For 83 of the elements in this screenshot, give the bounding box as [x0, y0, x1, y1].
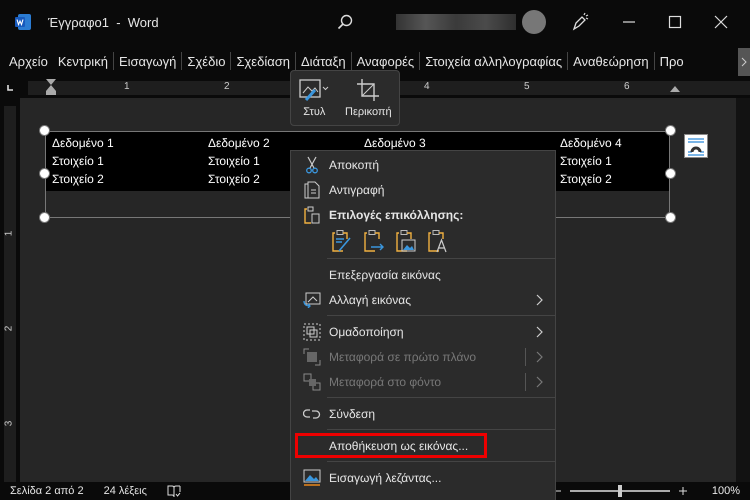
- menu-heading: Επιλογές επικόλλησης:: [295, 202, 551, 227]
- chevron-right-icon: [741, 57, 747, 67]
- table-cell: Δεδομένο 1: [52, 136, 114, 150]
- avatar-circle[interactable]: [522, 10, 546, 34]
- ruler-number: 1: [3, 230, 14, 236]
- word-logo-icon: [14, 13, 32, 31]
- resize-handle[interactable]: [665, 212, 676, 223]
- ruler-number: 2: [3, 326, 14, 332]
- chevron-right-icon: [536, 294, 543, 306]
- picture-style-icon: [298, 78, 330, 102]
- table-cell: Στοιχείο 2: [52, 172, 104, 186]
- right-indent-marker-icon[interactable]: [669, 84, 681, 92]
- scissors-icon: [305, 156, 319, 174]
- table-cell: Στοιχείο 1: [52, 154, 104, 168]
- slider-thumb[interactable]: [618, 485, 622, 497]
- book-icon[interactable]: [166, 484, 181, 498]
- menu-item[interactable]: Αντιγραφή: [295, 177, 551, 202]
- ruler-number: 2: [224, 81, 230, 92]
- ribbon-tab[interactable]: Στοιχεία αλληλογραφίας: [420, 50, 568, 72]
- ribbon-tab[interactable]: Διάταξη: [296, 50, 351, 72]
- table-cell: Στοιχείο 1: [208, 154, 260, 168]
- crop-icon: [356, 78, 380, 102]
- paste-option-icon[interactable]: [395, 229, 417, 253]
- pen-icon[interactable]: [570, 12, 590, 32]
- ribbon-tab[interactable]: Αναθεώρηση: [568, 50, 654, 72]
- resize-handle[interactable]: [665, 168, 676, 179]
- page-count[interactable]: Σελίδα 2 από 2: [10, 485, 84, 497]
- table-cell: Στοιχείο 2: [560, 172, 612, 186]
- menu-item[interactable]: Εισαγωγή λεζάντας...: [295, 465, 551, 490]
- ribbon-tab[interactable]: Αρχείο: [4, 50, 53, 72]
- zoom-in-icon[interactable]: [678, 486, 688, 496]
- word-count[interactable]: 24 λέξεις: [104, 485, 147, 497]
- bring-forward-icon: [303, 348, 321, 366]
- zoom-level[interactable]: 100%: [712, 485, 740, 497]
- ruler-number: 1: [124, 81, 130, 92]
- chevron-right-icon: [536, 326, 543, 338]
- resize-handle[interactable]: [39, 125, 50, 136]
- clipboard-icon: [304, 206, 320, 224]
- crop-button[interactable]: Περικοπή: [343, 76, 394, 120]
- menu-item[interactable]: Αλλαγή εικόνας: [295, 287, 551, 312]
- paste-option-icon[interactable]: [331, 229, 353, 253]
- search-icon[interactable]: [336, 13, 354, 31]
- paste-option-icon[interactable]: [363, 229, 385, 253]
- chevron-right-icon: [536, 350, 543, 362]
- resize-handle[interactable]: [39, 212, 50, 223]
- ribbon-tab[interactable]: Αναφορές: [352, 50, 420, 72]
- menu-item[interactable]: Ομαδοποίηση: [295, 319, 551, 344]
- layout-options-icon[interactable]: [684, 134, 708, 158]
- window-title: Έγγραφο1 - Word: [48, 14, 159, 30]
- ribbon-tab[interactable]: Σχέδιο: [182, 50, 230, 72]
- menu-item[interactable]: Σύνδεση: [295, 401, 551, 426]
- paste-option-icon[interactable]: [427, 229, 449, 253]
- ruler-number: 3: [3, 420, 14, 426]
- style-button[interactable]: Στυλ: [296, 76, 332, 120]
- table-cell: Δεδομένο 3: [364, 136, 426, 150]
- table-cell: Δεδομένο 2: [208, 136, 270, 150]
- resize-handle[interactable]: [665, 125, 676, 136]
- close-icon[interactable]: [714, 15, 728, 29]
- ruler-number: 6: [624, 81, 630, 92]
- chevron-right-icon: [536, 376, 543, 388]
- menu-item[interactable]: Επεξεργασία εικόνας: [295, 262, 551, 287]
- change-picture-icon: [303, 292, 321, 308]
- scroll-right-button[interactable]: [738, 48, 750, 76]
- resize-handle[interactable]: [39, 168, 50, 179]
- ribbon-tab[interactable]: Σχεδίαση: [231, 50, 295, 72]
- caption-icon: [303, 468, 321, 486]
- table-cell: Δεδομένο 4: [560, 136, 622, 150]
- ribbon-tab[interactable]: Εισαγωγή: [114, 50, 182, 72]
- tab-stop-icon[interactable]: [6, 84, 14, 92]
- link-icon: [303, 406, 321, 420]
- table-cell: Στοιχείο 1: [560, 154, 612, 168]
- ribbon-tab[interactable]: Προ: [654, 50, 689, 72]
- ruler-number: 4: [424, 81, 430, 92]
- ribbon-tab[interactable]: Κεντρική: [52, 50, 113, 72]
- table-cell: Στοιχείο 2: [208, 172, 260, 186]
- ruler-number: 5: [524, 81, 530, 92]
- group-icon: [303, 322, 321, 340]
- send-backward-icon: [303, 372, 321, 390]
- copy-icon: [304, 180, 320, 198]
- menu-item[interactable]: Αποθήκευση ως εικόνας...: [295, 433, 487, 458]
- maximize-icon[interactable]: [668, 15, 682, 29]
- indent-marker-icon[interactable]: [45, 79, 57, 95]
- menu-item[interactable]: Αποκοπή: [295, 152, 551, 177]
